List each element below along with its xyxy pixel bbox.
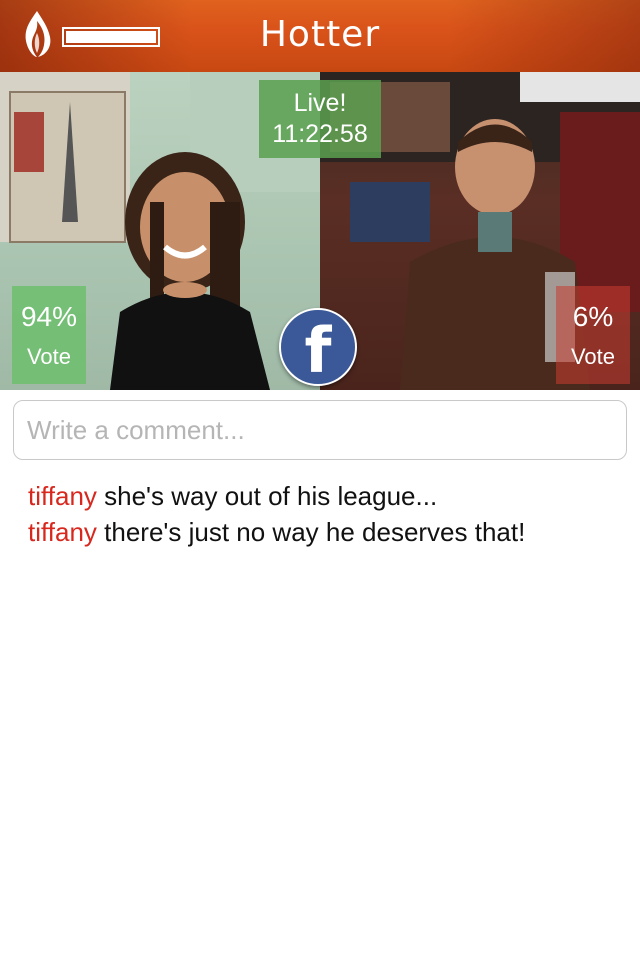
vote-right-button[interactable]: 6% Vote [556,286,630,384]
vote-left-percent: 94% [20,301,78,332]
app-header: Hotter [0,0,640,72]
comment-text: she's way out of his league... [104,481,438,511]
photo-comparison: Live! 11:22:58 94% Vote 6% Vote f [0,72,640,390]
facebook-share-button[interactable]: f [279,308,357,386]
timer-value: 11:22:58 [272,120,368,148]
comment-item: tiffany she's way out of his league... [28,478,628,514]
facebook-icon: f [304,314,332,387]
app-title: Hotter [259,14,381,55]
vote-left-button[interactable]: 94% Vote [12,286,86,384]
comment-username[interactable]: tiffany [28,517,97,547]
live-label: Live! [293,89,347,117]
vote-left-label: Vote [26,344,72,369]
comment-text: there's just no way he deserves that! [104,517,526,547]
comment-list: tiffany she's way out of his league... t… [28,478,628,550]
comment-input[interactable] [13,400,627,460]
vote-right-percent: 6% [572,301,614,332]
live-timer: Live! 11:22:58 [259,80,381,158]
comment-username[interactable]: tiffany [28,481,97,511]
comment-item: tiffany there's just no way he deserves … [28,514,628,550]
vote-right-label: Vote [570,344,616,369]
